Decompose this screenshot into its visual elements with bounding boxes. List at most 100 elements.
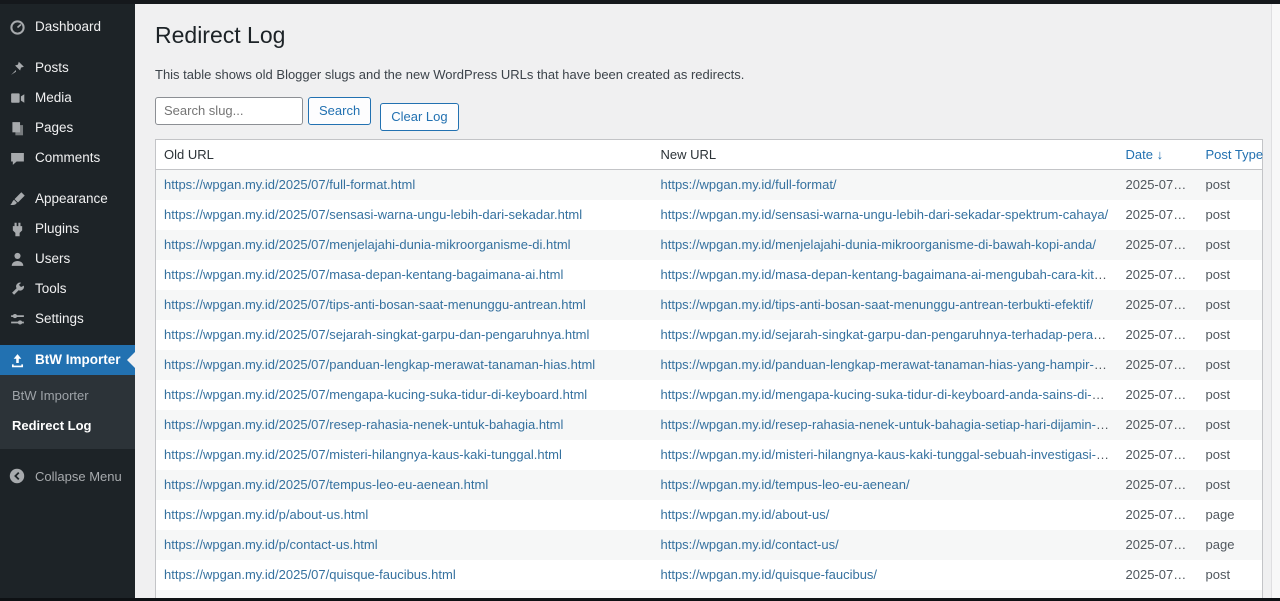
sidebar-item-plugins[interactable]: Plugins xyxy=(0,214,135,244)
pushpin-icon xyxy=(8,59,26,77)
new-url-cell: https://wpgan.my.id/sejarah-singkat-garp… xyxy=(653,320,1118,350)
submenu-item-redirect-log[interactable]: Redirect Log xyxy=(0,411,135,441)
old-url-link[interactable]: https://wpgan.my.id/2025/07/masa-depan-k… xyxy=(164,267,563,282)
admin-sidebar: Dashboard Posts Media Pages Comments App… xyxy=(0,0,135,601)
new-url-cell: https://wpgan.my.id/about-us/ xyxy=(653,500,1118,530)
old-url-cell: https://wpgan.my.id/2025/07/mengapa-kuci… xyxy=(156,380,653,410)
sidebar-item-dashboard[interactable]: Dashboard xyxy=(0,12,135,42)
media-icon xyxy=(8,89,26,107)
date-cell: 2025-07-11 xyxy=(1118,290,1198,320)
old-url-link[interactable]: https://wpgan.my.id/p/about-us.html xyxy=(164,507,368,522)
old-url-link[interactable]: https://wpgan.my.id/2025/07/panduan-leng… xyxy=(164,357,595,372)
search-controls: Search Clear Log xyxy=(155,97,1262,131)
sort-by-date-link[interactable]: Date ↓ xyxy=(1126,147,1164,162)
old-url-link[interactable]: https://wpgan.my.id/2025/07/mengapa-kuci… xyxy=(164,387,587,402)
redirect-log-table: Old URL New URL Date ↓ Post Type https:/… xyxy=(155,139,1263,601)
new-url-link[interactable]: https://wpgan.my.id/resep-rahasia-nenek-… xyxy=(661,417,1118,432)
settings-icon xyxy=(8,310,26,328)
old-url-link[interactable]: https://wpgan.my.id/2025/07/menjelajahi-… xyxy=(164,237,571,252)
search-input[interactable] xyxy=(155,97,303,125)
sidebar-item-pages[interactable]: Pages xyxy=(0,113,135,143)
date-cell: 2025-07-11 xyxy=(1118,200,1198,230)
old-url-cell: https://wpgan.my.id/2025/07/full-format.… xyxy=(156,169,653,200)
search-button[interactable]: Search xyxy=(308,97,371,125)
post-type-cell: post xyxy=(1198,169,1263,200)
date-cell: 2025-07-11 xyxy=(1118,169,1198,200)
column-header-new-url: New URL xyxy=(653,139,1118,169)
table-row: https://wpgan.my.id/2025/07/tempus-leo-e… xyxy=(156,470,1263,500)
sidebar-item-label: Appearance xyxy=(35,190,108,208)
new-url-cell: https://wpgan.my.id/tips-anti-bosan-saat… xyxy=(653,290,1118,320)
vertical-scrollbar[interactable] xyxy=(1271,4,1280,598)
sidebar-item-comments[interactable]: Comments xyxy=(0,143,135,173)
new-url-link[interactable]: https://wpgan.my.id/full-format/ xyxy=(661,177,837,192)
sort-by-post-type-link[interactable]: Post Type xyxy=(1206,147,1264,162)
post-type-cell: post xyxy=(1198,410,1263,440)
sidebar-item-label: BtW Importer xyxy=(35,351,121,369)
date-cell: 2025-07-09 xyxy=(1118,560,1198,590)
new-url-link[interactable]: https://wpgan.my.id/mengapa-kucing-suka-… xyxy=(661,387,1118,402)
table-row: https://wpgan.my.id/2025/07/menjelajahi-… xyxy=(156,230,1263,260)
new-url-cell: https://wpgan.my.id/resep-rahasia-nenek-… xyxy=(653,410,1118,440)
sidebar-item-btw-importer[interactable]: BtW Importer xyxy=(0,345,135,375)
new-url-link[interactable]: https://wpgan.my.id/about-us/ xyxy=(661,507,830,522)
old-url-link[interactable]: https://wpgan.my.id/2025/07/misteri-hila… xyxy=(164,447,562,462)
sort-desc-arrow-icon: ↓ xyxy=(1157,147,1164,162)
clear-log-button[interactable]: Clear Log xyxy=(380,103,458,131)
plugin-icon xyxy=(8,220,26,238)
sidebar-item-settings[interactable]: Settings xyxy=(0,304,135,334)
table-row: https://wpgan.my.id/2025/07/resep-rahasi… xyxy=(156,410,1263,440)
post-type-cell: post xyxy=(1198,320,1263,350)
sidebar-item-appearance[interactable]: Appearance xyxy=(0,184,135,214)
upload-icon xyxy=(8,351,26,369)
old-url-link[interactable]: https://wpgan.my.id/2025/07/tempus-leo-e… xyxy=(164,477,488,492)
date-cell: 2025-07-11 xyxy=(1118,380,1198,410)
old-url-cell: https://wpgan.my.id/2025/07/menjelajahi-… xyxy=(156,230,653,260)
new-url-link[interactable]: https://wpgan.my.id/masa-depan-kentang-b… xyxy=(661,267,1118,282)
sidebar-item-media[interactable]: Media xyxy=(0,83,135,113)
new-url-link[interactable]: https://wpgan.my.id/sensasi-warna-ungu-l… xyxy=(661,207,1109,222)
user-icon xyxy=(8,250,26,268)
old-url-link[interactable]: https://wpgan.my.id/2025/07/quisque-fauc… xyxy=(164,567,456,582)
column-header-date: Date ↓ xyxy=(1118,139,1198,169)
old-url-link[interactable]: https://wpgan.my.id/2025/07/sejarah-sing… xyxy=(164,327,589,342)
old-url-cell: https://wpgan.my.id/2025/07/sensasi-warn… xyxy=(156,200,653,230)
new-url-cell: https://wpgan.my.id/sensasi-warna-ungu-l… xyxy=(653,200,1118,230)
sidebar-item-tools[interactable]: Tools xyxy=(0,274,135,304)
btw-importer-submenu: BtW Importer Redirect Log xyxy=(0,375,135,449)
table-row: https://wpgan.my.id/p/contact-us.html htt… xyxy=(156,530,1263,560)
old-url-link[interactable]: https://wpgan.my.id/2025/07/tips-anti-bo… xyxy=(164,297,586,312)
comment-icon xyxy=(8,149,26,167)
new-url-link[interactable]: https://wpgan.my.id/misteri-hilangnya-ka… xyxy=(661,447,1118,462)
old-url-link[interactable]: https://wpgan.my.id/2025/07/resep-rahasi… xyxy=(164,417,563,432)
page-title: Redirect Log xyxy=(155,21,1262,51)
new-url-link[interactable]: https://wpgan.my.id/quisque-faucibus/ xyxy=(661,567,878,582)
date-cell: 2025-07-11 xyxy=(1118,320,1198,350)
date-cell: 2025-07-11 xyxy=(1118,350,1198,380)
sidebar-item-users[interactable]: Users xyxy=(0,244,135,274)
wrench-icon xyxy=(8,280,26,298)
new-url-link[interactable]: https://wpgan.my.id/tips-anti-bosan-saat… xyxy=(661,297,1094,312)
sidebar-item-label: Pages xyxy=(35,119,73,137)
new-url-link[interactable]: https://wpgan.my.id/menjelajahi-dunia-mi… xyxy=(661,237,1096,252)
post-type-cell: post xyxy=(1198,290,1263,320)
new-url-link[interactable]: https://wpgan.my.id/panduan-lengkap-mera… xyxy=(661,357,1118,372)
dashboard-icon xyxy=(8,18,26,36)
old-url-link[interactable]: https://wpgan.my.id/2025/07/sensasi-warn… xyxy=(164,207,582,222)
sidebar-item-posts[interactable]: Posts xyxy=(0,53,135,83)
sidebar-item-label: Plugins xyxy=(35,220,79,238)
date-cell: 2025-07-11 xyxy=(1118,440,1198,470)
old-url-cell: https://wpgan.my.id/p/contact-us.html xyxy=(156,530,653,560)
new-url-link[interactable]: https://wpgan.my.id/sejarah-singkat-garp… xyxy=(661,327,1118,342)
collapse-menu-button[interactable]: Collapse Menu xyxy=(0,461,135,491)
submenu-item-btw-importer[interactable]: BtW Importer xyxy=(0,381,135,411)
old-url-link[interactable]: https://wpgan.my.id/p/contact-us.html xyxy=(164,537,378,552)
table-row: https://wpgan.my.id/2025/07/mengapa-kuci… xyxy=(156,380,1263,410)
new-url-cell: https://wpgan.my.id/panduan-lengkap-mera… xyxy=(653,350,1118,380)
sidebar-item-label: Comments xyxy=(35,149,100,167)
sidebar-item-label: Settings xyxy=(35,310,84,328)
old-url-link[interactable]: https://wpgan.my.id/2025/07/full-format.… xyxy=(164,177,415,192)
old-url-cell: https://wpgan.my.id/2025/07/tips-anti-bo… xyxy=(156,290,653,320)
new-url-link[interactable]: https://wpgan.my.id/contact-us/ xyxy=(661,537,839,552)
new-url-link[interactable]: https://wpgan.my.id/tempus-leo-eu-aenean… xyxy=(661,477,910,492)
